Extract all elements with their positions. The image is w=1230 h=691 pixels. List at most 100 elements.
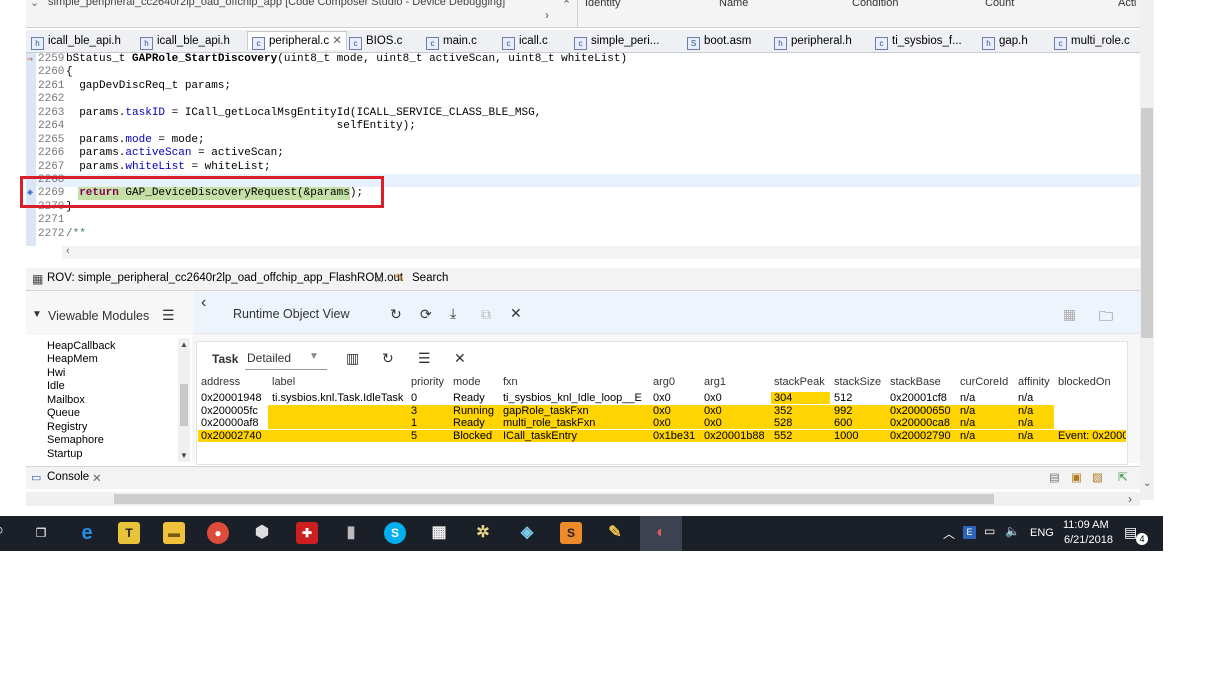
module-mailbox[interactable]: Mailbox — [47, 394, 85, 407]
collapse-triangle-icon[interactable]: ▼ — [32, 309, 42, 320]
col-mode[interactable]: mode — [453, 376, 481, 388]
col-priority[interactable]: priority — [411, 376, 444, 388]
console-tab-label[interactable]: Console — [47, 471, 89, 483]
horizontal-scrollbar-thumb[interactable] — [114, 494, 994, 504]
copy-icon[interactable]: ⧉ — [481, 306, 491, 323]
scroll-right-icon[interactable]: › — [545, 8, 549, 22]
tab-icall-c[interactable]: c icall.c — [502, 32, 548, 50]
tab-main-c[interactable]: c main.c — [426, 32, 477, 50]
module-idle[interactable]: Idle — [47, 380, 65, 393]
breakpoint-col-condition[interactable]: Condition — [852, 0, 898, 9]
back-chevron-icon[interactable]: ‹ — [201, 294, 206, 312]
col-stackpeak[interactable]: stackPeak — [774, 376, 825, 388]
ti-app-icon[interactable]: T — [118, 522, 140, 544]
edge-icon[interactable]: e — [76, 522, 98, 544]
close-table-icon[interactable]: ✕ — [454, 350, 466, 367]
tool-icon[interactable]: ◈ — [516, 522, 538, 544]
module-list-scroll-thumb[interactable] — [180, 384, 188, 426]
paint-icon[interactable]: ✎ — [604, 522, 626, 544]
clock-date[interactable]: 6/21/2018 — [1064, 534, 1113, 546]
tab-icall-ble-api-h-1[interactable]: h icall_ble_api.h — [31, 32, 121, 50]
close-view-icon[interactable]: ✕ — [510, 305, 522, 322]
debug-icon[interactable]: ✲ — [472, 522, 494, 544]
scroll-lock-icon[interactable]: ▣ — [1071, 470, 1082, 484]
filter-icon[interactable]: ☰ — [162, 307, 175, 324]
code-line-2266[interactable]: 2266 params.activeScan = activeScan; — [38, 147, 284, 160]
scroll-down-arrow-icon[interactable]: ▼ — [180, 451, 188, 460]
col-fxn[interactable]: fxn — [503, 376, 518, 388]
scroll-down-icon[interactable]: ⌄ — [1143, 478, 1151, 489]
tab-icall-ble-api-h-2[interactable]: h icall_ble_api.h — [140, 32, 230, 50]
breakpoint-col-count[interactable]: Count — [985, 0, 1014, 9]
box-app-icon[interactable]: ⬢ — [251, 522, 273, 544]
col-address[interactable]: address — [201, 376, 240, 388]
code-line-2263[interactable]: 2263 params.taskID = ICall_getLocalMsgEn… — [38, 107, 541, 120]
tab-simple-peri[interactable]: c simple_peri... — [574, 32, 659, 50]
col-stackbase[interactable]: stackBase — [890, 376, 941, 388]
continuous-refresh-icon[interactable]: ⟳ — [420, 306, 432, 323]
tab-peripheral-h[interactable]: h peripheral.h — [774, 32, 852, 50]
close-tab-icon[interactable]: ✕ — [332, 35, 342, 47]
col-blockedon[interactable]: blockedOn — [1058, 376, 1111, 388]
columns-icon[interactable]: ▥ — [346, 350, 359, 367]
skype-icon[interactable]: S — [384, 522, 406, 544]
view-mode-select[interactable]: Detailed ▼ — [245, 348, 327, 370]
code-line-2267[interactable]: 2267 params.whiteList = whiteList; — [38, 161, 271, 174]
ccs-icon[interactable]: ◐ — [650, 522, 672, 544]
dashboard-icon[interactable]: ▦ — [1063, 306, 1076, 323]
code-line-2261[interactable]: 2261 gapDevDiscReq_t params; — [38, 80, 231, 93]
breakpoint-col-identity[interactable]: Identity — [585, 0, 620, 9]
usb-icon[interactable]: ▮ — [340, 522, 362, 544]
code-line-2271[interactable]: 2271 — [38, 214, 66, 227]
module-heapmem[interactable]: HeapMem — [47, 353, 98, 366]
open-console-icon[interactable]: ⇱ — [1118, 470, 1128, 484]
download-icon[interactable]: ⤓ — [450, 305, 456, 322]
tab-peripheral-c[interactable]: c peripheral.c ✕ — [247, 31, 347, 50]
tray-app-icon[interactable]: E — [963, 526, 976, 539]
tab-gap-h[interactable]: h gap.h — [982, 32, 1028, 50]
chrome-icon[interactable]: ● — [207, 522, 229, 544]
col-arg1[interactable]: arg1 — [704, 376, 726, 388]
module-hwi[interactable]: Hwi — [47, 367, 65, 380]
clock-time[interactable]: 11:09 AM — [1063, 519, 1109, 531]
sublime-icon[interactable]: S — [560, 522, 582, 544]
code-line-2272[interactable]: 2272/** — [38, 228, 86, 241]
vertical-scrollbar-thumb[interactable] — [1141, 108, 1153, 338]
module-startup[interactable]: Startup — [47, 448, 82, 461]
code-line-2264[interactable]: 2264 selfEntity); — [38, 120, 416, 133]
rov-tab-label[interactable]: ROV: simple_peripheral_cc2640r2lp_oad_of… — [47, 272, 403, 284]
module-registry[interactable]: Registry — [47, 421, 87, 434]
tab-bios-c[interactable]: c BIOS.c — [349, 32, 402, 50]
tab-boot-asm[interactable]: Sboot.asm — [687, 32, 751, 50]
col-stacksize[interactable]: stackSize — [834, 376, 881, 388]
calculator-icon[interactable]: ▦ — [428, 522, 450, 544]
editor-horizontal-scrollbar[interactable] — [62, 246, 1140, 259]
code-line-2260[interactable]: 2260{ — [38, 66, 73, 79]
pin-console-icon[interactable]: ▧ — [1092, 470, 1103, 484]
menu-icon[interactable]: ☰ — [418, 350, 431, 367]
editor-gutter[interactable] — [26, 53, 36, 246]
network-icon[interactable]: ▭ — [984, 524, 995, 538]
col-arg0[interactable]: arg0 — [653, 376, 675, 388]
close-rov-tab-icon[interactable]: ✕ — [374, 272, 384, 286]
tab-ti-sysbios[interactable]: c ti_sysbios_f... — [875, 32, 962, 50]
close-console-icon[interactable]: ✕ — [92, 471, 102, 485]
scroll-right-arrow-icon[interactable]: › — [1128, 492, 1132, 506]
code-line-2265[interactable]: 2265 params.mode = mode; — [38, 134, 205, 147]
scroll-up-icon[interactable]: ⌃ — [562, 0, 571, 11]
search-circle-icon[interactable]: ○ — [0, 522, 4, 540]
module-queue[interactable]: Queue — [47, 407, 80, 420]
breakpoint-col-action[interactable]: Acti — [1118, 0, 1136, 9]
ti-logo-icon[interactable]: ✚ — [296, 522, 318, 544]
expand-chevron-icon[interactable]: ⌄ — [30, 0, 39, 9]
task-view-icon[interactable]: ❐ — [30, 522, 52, 544]
language-indicator[interactable]: ENG — [1030, 527, 1054, 539]
code-line-2262[interactable]: 2262 — [38, 93, 66, 106]
tray-chevron-icon[interactable]: ︿ — [943, 525, 955, 542]
code-line-2259[interactable]: 2259 bStatus_t GAPRole_StartDiscovery(uin… — [38, 53, 627, 66]
refresh-icon[interactable]: ↻ — [390, 306, 402, 323]
folder-icon[interactable]: 🗀 — [1099, 306, 1113, 330]
file-explorer-icon[interactable]: ▬ — [163, 522, 185, 544]
breakpoint-col-name[interactable]: Name — [719, 0, 748, 9]
clear-console-icon[interactable]: ▤ — [1049, 470, 1060, 484]
